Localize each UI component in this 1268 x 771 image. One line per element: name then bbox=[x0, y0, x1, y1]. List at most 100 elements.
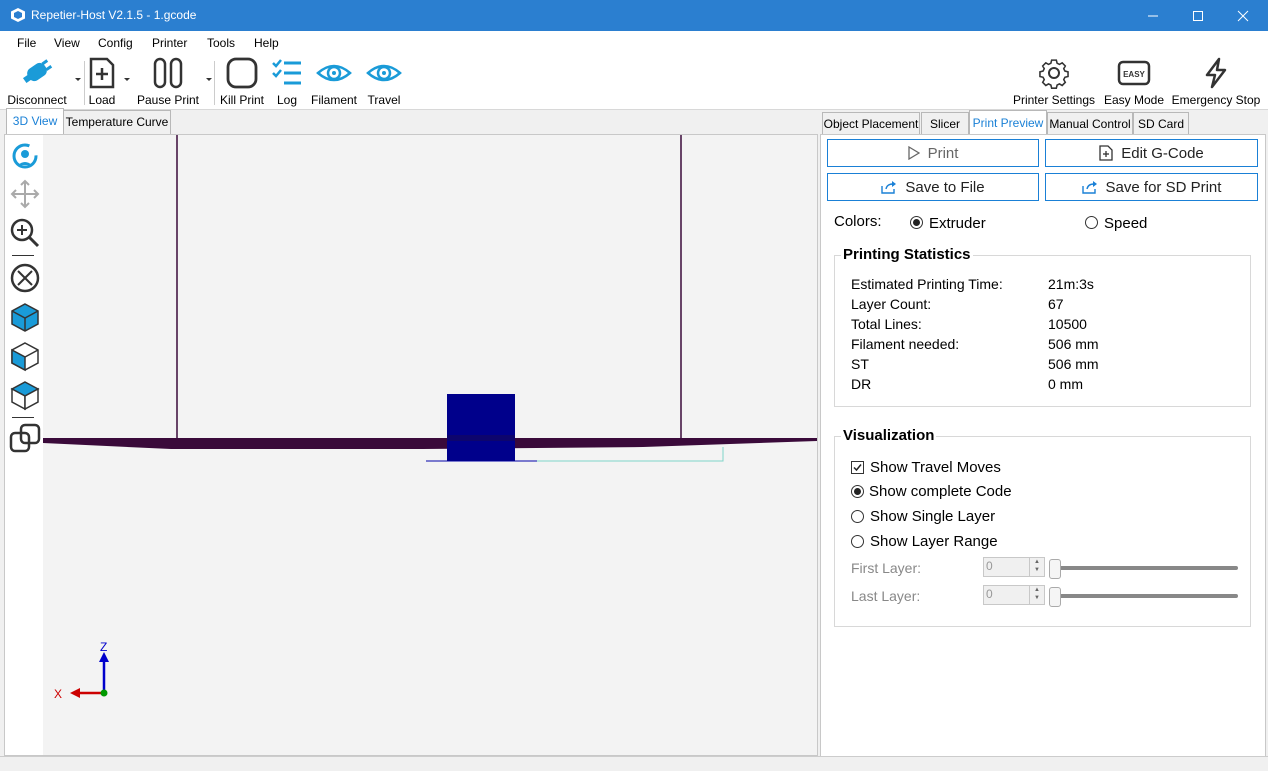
toolbar-separator bbox=[214, 61, 215, 105]
3d-scene[interactable]: Z X bbox=[43, 135, 817, 755]
scene-canvas[interactable]: Z X bbox=[43, 135, 817, 755]
show-complete-label[interactable]: Show complete Code bbox=[869, 483, 1012, 500]
travel-label: Travel bbox=[367, 93, 401, 107]
tool-separator bbox=[12, 255, 34, 256]
stat-value: 10500 bbox=[1048, 316, 1087, 332]
spinner-arrows-icon[interactable]: ▲ ▼ bbox=[1029, 558, 1044, 576]
first-layer-slider[interactable] bbox=[1051, 566, 1238, 570]
first-layer-spinner[interactable]: 0 ▲ ▼ bbox=[983, 557, 1045, 577]
show-single-layer-radio[interactable] bbox=[851, 510, 864, 523]
save-to-file-label: Save to File bbox=[905, 178, 985, 196]
toolbar-separator bbox=[84, 61, 85, 105]
last-layer-value: 0 bbox=[986, 587, 993, 601]
spinner-arrows-icon[interactable]: ▲ ▼ bbox=[1029, 586, 1044, 604]
edit-gcode-button[interactable]: Edit G-Code bbox=[1045, 139, 1258, 167]
tab-temperature-curve[interactable]: Temperature Curve bbox=[63, 110, 171, 134]
emergency-stop-button[interactable]: Emergency Stop bbox=[1171, 57, 1261, 107]
easy-mode-button[interactable]: EASY Easy Mode bbox=[1103, 57, 1165, 107]
show-travel-checkbox[interactable] bbox=[851, 461, 864, 474]
menu-file[interactable]: File bbox=[17, 36, 36, 50]
kill-print-label: Kill Print bbox=[219, 93, 264, 107]
printed-model[interactable] bbox=[447, 394, 515, 461]
menu-help[interactable]: Help bbox=[254, 36, 279, 50]
menu-printer[interactable]: Printer bbox=[152, 36, 187, 50]
app-icon bbox=[11, 8, 25, 22]
print-button[interactable]: Print bbox=[827, 139, 1039, 167]
plug-icon bbox=[22, 59, 53, 84]
print-label: Print bbox=[927, 144, 959, 162]
menu-view[interactable]: View bbox=[54, 36, 80, 50]
log-button[interactable]: Log bbox=[270, 57, 304, 107]
printer-settings-button[interactable]: Printer Settings bbox=[1012, 57, 1096, 107]
load-dropdown-icon[interactable] bbox=[123, 75, 131, 83]
model-bed-intersection bbox=[447, 435, 515, 441]
x-axis-label: X bbox=[54, 687, 62, 701]
filament-toggle-button[interactable]: Filament bbox=[308, 57, 360, 107]
travel-toggle-button[interactable]: Travel bbox=[362, 57, 406, 107]
pause-dropdown-icon[interactable] bbox=[205, 75, 213, 83]
load-button[interactable]: Load bbox=[86, 57, 118, 107]
show-single-layer-label[interactable]: Show Single Layer bbox=[870, 508, 995, 525]
pause-label: Pause Print bbox=[136, 93, 200, 107]
stat-value: 21m:3s bbox=[1048, 276, 1094, 292]
tab-3d-view[interactable]: 3D View bbox=[6, 108, 64, 134]
z-axis-label: Z bbox=[100, 640, 107, 654]
tab-sd-card[interactable]: SD Card bbox=[1133, 112, 1189, 136]
last-layer-slider[interactable] bbox=[1051, 594, 1238, 598]
extruder-color-radio[interactable] bbox=[910, 216, 923, 229]
front-view-icon[interactable] bbox=[9, 340, 41, 372]
iso-view-icon[interactable] bbox=[9, 301, 41, 333]
pause-print-button[interactable]: Pause Print bbox=[134, 57, 202, 107]
speed-color-radio[interactable] bbox=[1085, 216, 1098, 229]
close-button[interactable] bbox=[1220, 0, 1266, 31]
show-travel-label[interactable]: Show Travel Moves bbox=[870, 459, 1001, 476]
save-for-sd-button[interactable]: Save for SD Print bbox=[1045, 173, 1258, 201]
checkmark-icon bbox=[853, 464, 862, 472]
kill-print-button[interactable]: Kill Print bbox=[218, 57, 266, 107]
last-layer-slider-thumb[interactable] bbox=[1049, 587, 1061, 607]
maximize-button[interactable] bbox=[1175, 0, 1221, 31]
stat-label: Total Lines: bbox=[851, 316, 922, 332]
minimize-button[interactable] bbox=[1130, 0, 1176, 31]
stop-icon bbox=[226, 57, 258, 89]
save-to-file-button[interactable]: Save to File bbox=[827, 173, 1039, 201]
tab-print-preview[interactable]: Print Preview bbox=[969, 110, 1047, 136]
disconnect-label: Disconnect bbox=[7, 93, 67, 107]
fit-view-icon[interactable] bbox=[9, 262, 41, 294]
easy-mode-label: Easy Mode bbox=[1103, 93, 1165, 107]
show-layer-range-radio[interactable] bbox=[851, 535, 864, 548]
right-panel: Object Placement Slicer Print Preview Ma… bbox=[820, 110, 1266, 758]
extruder-color-label[interactable]: Extruder bbox=[929, 215, 986, 232]
rotate-view-icon[interactable] bbox=[9, 141, 41, 171]
tab-object-placement[interactable]: Object Placement bbox=[822, 112, 920, 136]
zoom-icon[interactable] bbox=[9, 217, 41, 249]
stat-value: 67 bbox=[1048, 296, 1064, 312]
move-view-icon[interactable] bbox=[9, 179, 41, 209]
tab-manual-control[interactable]: Manual Control bbox=[1047, 112, 1133, 136]
first-layer-slider-thumb[interactable] bbox=[1049, 559, 1061, 579]
disconnect-dropdown-icon[interactable] bbox=[74, 75, 82, 83]
printer-settings-label: Printer Settings bbox=[1012, 93, 1096, 107]
3d-viewport[interactable]: Z X bbox=[4, 134, 818, 756]
top-view-icon[interactable] bbox=[9, 379, 41, 411]
save-for-sd-label: Save for SD Print bbox=[1105, 178, 1222, 196]
last-layer-spinner[interactable]: 0 ▲ ▼ bbox=[983, 585, 1045, 605]
menu-bar: File View Config Printer Tools Help bbox=[0, 31, 1268, 53]
show-layer-range-label[interactable]: Show Layer Range bbox=[870, 533, 998, 550]
menu-tools[interactable]: Tools bbox=[207, 36, 235, 50]
log-checklist-icon bbox=[272, 59, 301, 85]
tab-slicer[interactable]: Slicer bbox=[921, 112, 969, 136]
pause-icon bbox=[153, 57, 183, 89]
stat-label: DR bbox=[851, 376, 872, 392]
load-label: Load bbox=[88, 93, 116, 107]
menu-config[interactable]: Config bbox=[98, 36, 133, 50]
lightning-icon bbox=[1205, 57, 1227, 89]
gear-icon bbox=[1039, 59, 1069, 89]
title-bar: Repetier-Host V2.1.5 - 1.gcode bbox=[0, 0, 1268, 31]
close-icon bbox=[1237, 10, 1249, 21]
colors-label: Colors: bbox=[834, 213, 882, 230]
disconnect-button[interactable]: Disconnect bbox=[4, 57, 70, 107]
parallel-projection-icon[interactable] bbox=[9, 423, 41, 455]
speed-color-label[interactable]: Speed bbox=[1104, 215, 1147, 232]
show-complete-radio[interactable] bbox=[851, 485, 864, 498]
